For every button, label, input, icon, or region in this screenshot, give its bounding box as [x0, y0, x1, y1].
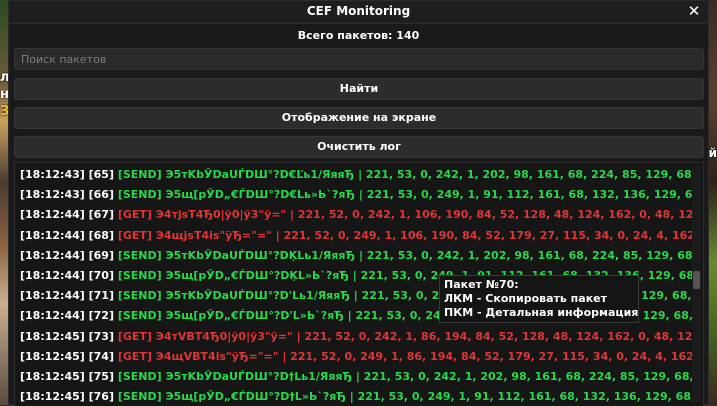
log-row[interactable]: [18:12:43] [65] [SEND] Э5тKbЎDaUЃDШ°?D€Ľ… — [20, 165, 692, 185]
log-packet-id: [68] — [88, 228, 114, 242]
log-timestamp: [18:12:44] — [20, 208, 85, 222]
packet-tooltip: Пакет №70: ЛКМ - Скопировать пакет ПКМ -… — [439, 275, 639, 323]
log-timestamp: [18:12:44] — [20, 289, 85, 303]
log-timestamp: [18:12:45] — [20, 390, 85, 404]
cef-monitoring-window: CEF Monitoring ✕ Всего пакетов: 140 Найт… — [8, 0, 709, 406]
log-send-text: [SEND] Э5щ[рЎD„€ЃDШ°?D†L»Ь`?яЂ | 221, 53… — [117, 390, 692, 404]
log-timestamp: [18:12:44] — [20, 248, 85, 262]
tooltip-copy-hint: ЛКМ - Скопировать пакет — [444, 292, 608, 305]
log-packet-id: [73] — [88, 329, 114, 343]
log-timestamp: [18:12:44] — [20, 268, 85, 282]
log-packet-id: [72] — [88, 309, 114, 323]
log-row[interactable]: [18:12:44] [67] [GET] Э4тjsT4Ђ0|ÿ0|ÿ3"ÿ=… — [20, 205, 692, 225]
log-timestamp: [18:12:45] — [20, 349, 85, 363]
log-packet-id: [74] — [88, 349, 114, 363]
log-packet-id: [65] — [88, 168, 114, 181]
log-send-text: [SEND] Э5тKbЎDaUЃDШ°?DĶLь1/ЯяяЂ | 221, 5… — [117, 248, 692, 262]
log-row[interactable]: [18:12:45] [76] [SEND] Э5щ[рЎD„€ЃDШ°?D†L… — [20, 387, 692, 406]
log-scrollbar[interactable] — [692, 165, 701, 403]
log-send-text: [SEND] Э5тKbЎDaUЃDШ°?D€Ľь1/ЯяяЂ | 221, 5… — [117, 168, 692, 181]
background-text-fragment: й — [708, 146, 717, 160]
close-icon[interactable]: ✕ — [686, 2, 702, 20]
tooltip-details-hint: ПКМ - Детальная информация — [444, 306, 639, 319]
log-packet-id: [66] — [88, 188, 114, 202]
title-bar[interactable]: CEF Monitoring ✕ — [9, 1, 708, 24]
log-row[interactable]: [18:12:45] [74] [GET] Э4щVBT4is"ÿЂ="=" |… — [20, 347, 692, 367]
log-row[interactable]: [18:12:45] [73] [GET] Э4тVBT4Ђ0|ÿ0|ÿ3"ÿ=… — [20, 327, 692, 347]
log-packet-id: [75] — [88, 369, 114, 383]
clear-log-button[interactable]: Очистить лог — [14, 136, 704, 158]
log-timestamp: [18:12:44] — [20, 228, 85, 242]
log-get-text: [GET] Э4тVBT4Ђ0|ÿ0|ÿ3"ÿ=" | 221, 52, 0, … — [117, 329, 692, 343]
log-timestamp: [18:12:43] — [20, 168, 85, 181]
log-row[interactable]: [18:12:45] [75] [SEND] Э5тKbЎDaUЃDШ°?D†L… — [20, 367, 692, 387]
window-title: CEF Monitoring — [306, 4, 411, 18]
log-scrollbar-thumb[interactable] — [693, 271, 700, 289]
log-get-text: [GET] Э4тjsT4Ђ0|ÿ0|ÿ3"ÿ=" | 221, 52, 0, … — [117, 208, 692, 222]
log-timestamp: [18:12:45] — [20, 369, 85, 383]
log-packet-id: [76] — [88, 390, 114, 404]
tooltip-title: Пакет №70: — [444, 278, 519, 291]
log-row[interactable]: [18:12:44] [69] [SEND] Э5тKbЎDaUЃDШ°?DĶL… — [20, 246, 692, 266]
log-get-text: [GET] Э4щVBT4is"ÿЂ="=" | 221, 52, 0, 249… — [117, 349, 692, 363]
log-timestamp: [18:12:43] — [20, 188, 85, 202]
log-row[interactable]: [18:12:43] [66] [SEND] Э5щ[рЎD„€ЃDШ°?D€L… — [20, 185, 692, 205]
log-packet-id: [69] — [88, 248, 114, 262]
log-send-text: [SEND] Э5щ[рЎD„€ЃDШ°?D€Lь»Ь`?яЂ | 221, 5… — [117, 188, 692, 202]
log-packet-id: [67] — [88, 208, 114, 222]
log-get-text: [GET] Э4щjsT4is"ÿЂ="=" | 221, 52, 0, 249… — [117, 228, 692, 242]
log-timestamp: [18:12:44] — [20, 309, 85, 323]
find-button[interactable]: Найти — [14, 78, 704, 100]
log-packet-id: [71] — [88, 289, 114, 303]
log-packet-id: [70] — [88, 268, 114, 282]
packet-count: Всего пакетов: 140 — [297, 29, 420, 42]
log-row[interactable]: [18:12:44] [68] [GET] Э4щjsT4is"ÿЂ="=" |… — [20, 226, 692, 246]
search-input[interactable] — [14, 48, 704, 70]
display-on-screen-button[interactable]: Отображение на экране — [14, 107, 704, 129]
log-timestamp: [18:12:45] — [20, 329, 85, 343]
log-send-text: [SEND] Э5тKbЎDaUЃDШ°?D†Lь1/ЯяяЂ | 221, 5… — [117, 369, 692, 383]
